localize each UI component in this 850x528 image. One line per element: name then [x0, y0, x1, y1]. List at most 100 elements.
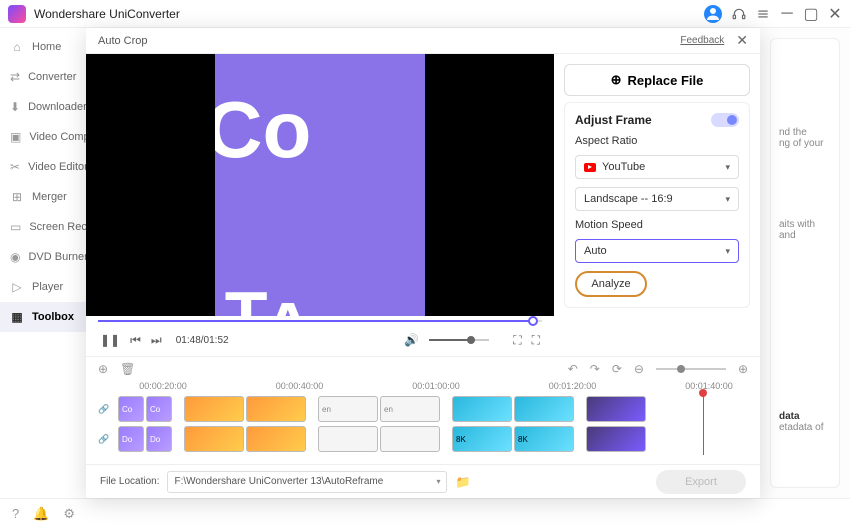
- aspect-platform-value: YouTube: [602, 161, 645, 173]
- clip[interactable]: [184, 426, 244, 452]
- help-icon[interactable]: ?: [12, 506, 19, 521]
- aspect-platform-select[interactable]: YouTube ▾: [575, 155, 739, 179]
- screen-icon: ▭: [10, 220, 21, 234]
- merge-icon: ⊞: [10, 190, 24, 204]
- sidebar-item-recorder[interactable]: ▭Screen Recorder: [0, 212, 86, 242]
- clip[interactable]: Co: [118, 396, 144, 422]
- sidebar-item-toolbox[interactable]: ▦ Toolbox: [0, 302, 86, 332]
- next-button[interactable]: ⏭: [151, 333, 162, 348]
- video-preview[interactable]: Co Tᴀ: [86, 54, 554, 316]
- undo-icon[interactable]: ↶: [568, 362, 578, 376]
- crop-area: Co Tᴀ: [215, 54, 426, 316]
- export-button: Export: [656, 470, 746, 494]
- clip[interactable]: [246, 396, 306, 422]
- clip[interactable]: [318, 426, 378, 452]
- file-location-row: File Location: F:\Wondershare UniConvert…: [86, 464, 760, 498]
- minimize-icon[interactable]: ─: [780, 7, 794, 21]
- clip[interactable]: Co: [146, 396, 172, 422]
- sidebar-item-label: DVD Burner: [28, 251, 86, 263]
- titlebar: Wondershare UniConverter ─ ▢ ✕: [0, 0, 850, 28]
- volume-slider[interactable]: [429, 339, 489, 341]
- plus-circle-icon: ⊕: [611, 72, 622, 88]
- download-icon: ⬇: [10, 100, 20, 114]
- file-path-select[interactable]: F:\Wondershare UniConverter 13\AutoRefra…: [167, 471, 447, 493]
- volume-icon[interactable]: 🔊: [404, 333, 419, 347]
- link-icon[interactable]: 🔗: [98, 404, 116, 415]
- aspect-value-select[interactable]: Landscape -- 16:9 ▾: [575, 187, 739, 211]
- clip[interactable]: [380, 426, 440, 452]
- playhead[interactable]: [703, 395, 704, 455]
- sidebar-item-editor[interactable]: ✂ Video Editor: [0, 152, 86, 182]
- sidebar-item-label: Player: [32, 281, 63, 293]
- clip[interactable]: [246, 426, 306, 452]
- clip[interactable]: 8K: [452, 426, 512, 452]
- analyze-label: Analyze: [591, 278, 630, 290]
- sidebar-item-label: Toolbox: [32, 311, 74, 323]
- replace-file-button[interactable]: ⊕ Replace File: [564, 64, 750, 96]
- sidebar-item-label: Video Editor: [28, 161, 86, 173]
- maximize-icon[interactable]: ▢: [804, 7, 818, 21]
- clip[interactable]: 8K: [514, 426, 574, 452]
- sidebar-item-label: Video Compressor: [29, 131, 86, 143]
- pause-button[interactable]: ❚❚: [100, 333, 120, 347]
- close-window-icon[interactable]: ✕: [828, 7, 842, 21]
- sidebar-item-downloader[interactable]: ⬇ Downloader: [0, 92, 86, 122]
- bell-icon[interactable]: 🔔: [33, 506, 49, 522]
- sidebar-item-label: Home: [32, 41, 61, 53]
- sidebar-item-dvd[interactable]: ◉DVD Burner: [0, 242, 86, 272]
- fullscreen-icon[interactable]: ⛶: [532, 333, 540, 348]
- sidebar-item-label: Downloader: [28, 101, 86, 113]
- clip[interactable]: [586, 426, 646, 452]
- clip[interactable]: en: [318, 396, 378, 422]
- settings-panel: ⊕ Replace File Adjust Frame Aspect Ratio…: [554, 54, 760, 356]
- link-icon[interactable]: 🔗: [98, 434, 116, 445]
- clip[interactable]: [452, 396, 512, 422]
- sidebar-item-label: Converter: [28, 71, 76, 83]
- motion-speed-select[interactable]: Auto ▾: [575, 239, 739, 263]
- menu-icon[interactable]: [756, 7, 770, 21]
- file-location-label: File Location:: [100, 476, 159, 487]
- folder-icon[interactable]: 📁: [455, 475, 470, 489]
- progress-slider[interactable]: [98, 318, 542, 324]
- clip[interactable]: en: [380, 396, 440, 422]
- zoom-in-icon[interactable]: ⊕: [738, 362, 748, 376]
- redo-icon[interactable]: ↷: [590, 362, 600, 376]
- clip[interactable]: [514, 396, 574, 422]
- feedback-link[interactable]: Feedback: [680, 35, 724, 46]
- chevron-down-icon: ▾: [725, 194, 730, 205]
- sidebar-item-compressor[interactable]: ▣ Video Compressor: [0, 122, 86, 152]
- close-icon[interactable]: ✕: [736, 32, 748, 49]
- delete-clip-icon[interactable]: 🗑: [120, 362, 135, 376]
- timeline[interactable]: 00:00:20:00 00:00:40:00 00:01:00:00 00:0…: [86, 381, 760, 464]
- refresh-icon[interactable]: ⟳: [612, 362, 622, 376]
- prev-button[interactable]: ⏮: [130, 333, 141, 348]
- compress-icon: ▣: [10, 130, 21, 144]
- time-display: 01:48/01:52: [176, 335, 229, 346]
- adjust-frame-toggle[interactable]: [711, 113, 739, 127]
- background-card: nd the ng of your aits with and data eta…: [770, 38, 840, 488]
- clip[interactable]: [184, 396, 244, 422]
- toolbox-icon: ▦: [10, 310, 24, 324]
- aspect-ratio-label: Aspect Ratio: [575, 135, 739, 147]
- track-row: 🔗 Do Do 8K 8K: [98, 425, 748, 453]
- sidebar-item-player[interactable]: ▷Player: [0, 272, 86, 302]
- sidebar-item-home[interactable]: ⌂Home: [0, 32, 86, 62]
- sidebar-item-converter[interactable]: ⇄Converter: [0, 62, 86, 92]
- clip[interactable]: [586, 396, 646, 422]
- user-icon[interactable]: [704, 5, 722, 23]
- scissors-icon: ✂: [10, 160, 20, 174]
- playback-controls: ❚❚ ⏮ ⏭ 01:48/01:52 🔊 ⛶ ⛶: [86, 324, 554, 356]
- gear-icon[interactable]: ⚙: [63, 506, 75, 522]
- analyze-button[interactable]: Analyze: [575, 271, 647, 297]
- timeline-panel: ⊕ 🗑 ↶ ↷ ⟳ ⊖ ⊕ 00:00:20:00 00:00:40:00 00…: [86, 356, 760, 498]
- zoom-out-icon[interactable]: ⊖: [634, 362, 644, 376]
- adjust-frame-panel: Adjust Frame Aspect Ratio YouTube ▾ Land…: [564, 102, 750, 308]
- add-clip-icon[interactable]: ⊕: [98, 362, 108, 376]
- clip[interactable]: Do: [146, 426, 172, 452]
- auto-crop-modal: Auto Crop Feedback ✕ Co Tᴀ ❚❚ ⏮ ⏭ 01:48/…: [86, 28, 760, 498]
- sidebar-item-merger[interactable]: ⊞Merger: [0, 182, 86, 212]
- headset-icon[interactable]: [732, 7, 746, 21]
- zoom-slider[interactable]: [656, 368, 726, 370]
- snapshot-icon[interactable]: ⛶: [513, 333, 521, 348]
- clip[interactable]: Do: [118, 426, 144, 452]
